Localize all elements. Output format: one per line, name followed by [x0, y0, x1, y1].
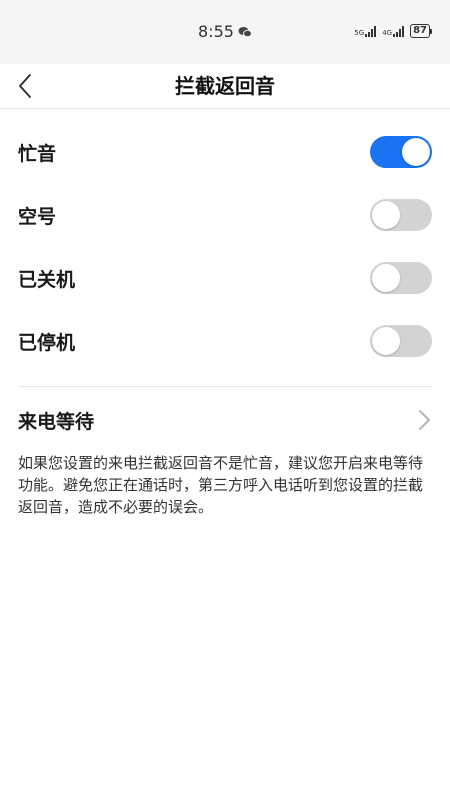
status-bar: 8:55 5G 4G 87 — [0, 0, 450, 64]
battery-icon: 87 — [410, 24, 432, 38]
option-label: 空号 — [18, 205, 57, 228]
empty-number-toggle[interactable] — [370, 199, 432, 231]
call-waiting-label: 来电等待 — [18, 410, 95, 433]
hint-text: 如果您设置的来电拦截返回音不是忙音，建议您开启来电等待功能。避免您正在通话时，第… — [18, 454, 424, 516]
option-row-suspended: 已停机 — [18, 321, 432, 361]
call-waiting-item[interactable]: 来电等待 — [18, 398, 432, 442]
network-type-label: 5G — [354, 29, 365, 37]
busy-tone-toggle[interactable] — [370, 136, 432, 168]
option-label: 忙音 — [18, 142, 57, 165]
divider — [18, 386, 432, 387]
status-time: 8:55 — [198, 22, 234, 41]
powered-off-toggle[interactable] — [370, 262, 432, 294]
wechat-icon — [238, 26, 252, 37]
network-type-label: 4G — [382, 29, 393, 37]
signal-strength-icon — [365, 25, 377, 37]
page-title: 拦截返回音 — [175, 74, 275, 98]
chevron-right-icon — [419, 410, 430, 430]
battery-level: 87 — [410, 24, 430, 38]
signal-strength-icon — [393, 25, 405, 37]
option-label: 已停机 — [18, 331, 76, 354]
option-row-busy: 忙音 — [18, 132, 432, 172]
option-row-powered-off: 已关机 — [18, 258, 432, 298]
option-row-empty-number: 空号 — [18, 195, 432, 235]
app-bar: 拦截返回音 — [0, 64, 450, 109]
option-label: 已关机 — [18, 268, 76, 291]
suspended-toggle[interactable] — [370, 325, 432, 357]
